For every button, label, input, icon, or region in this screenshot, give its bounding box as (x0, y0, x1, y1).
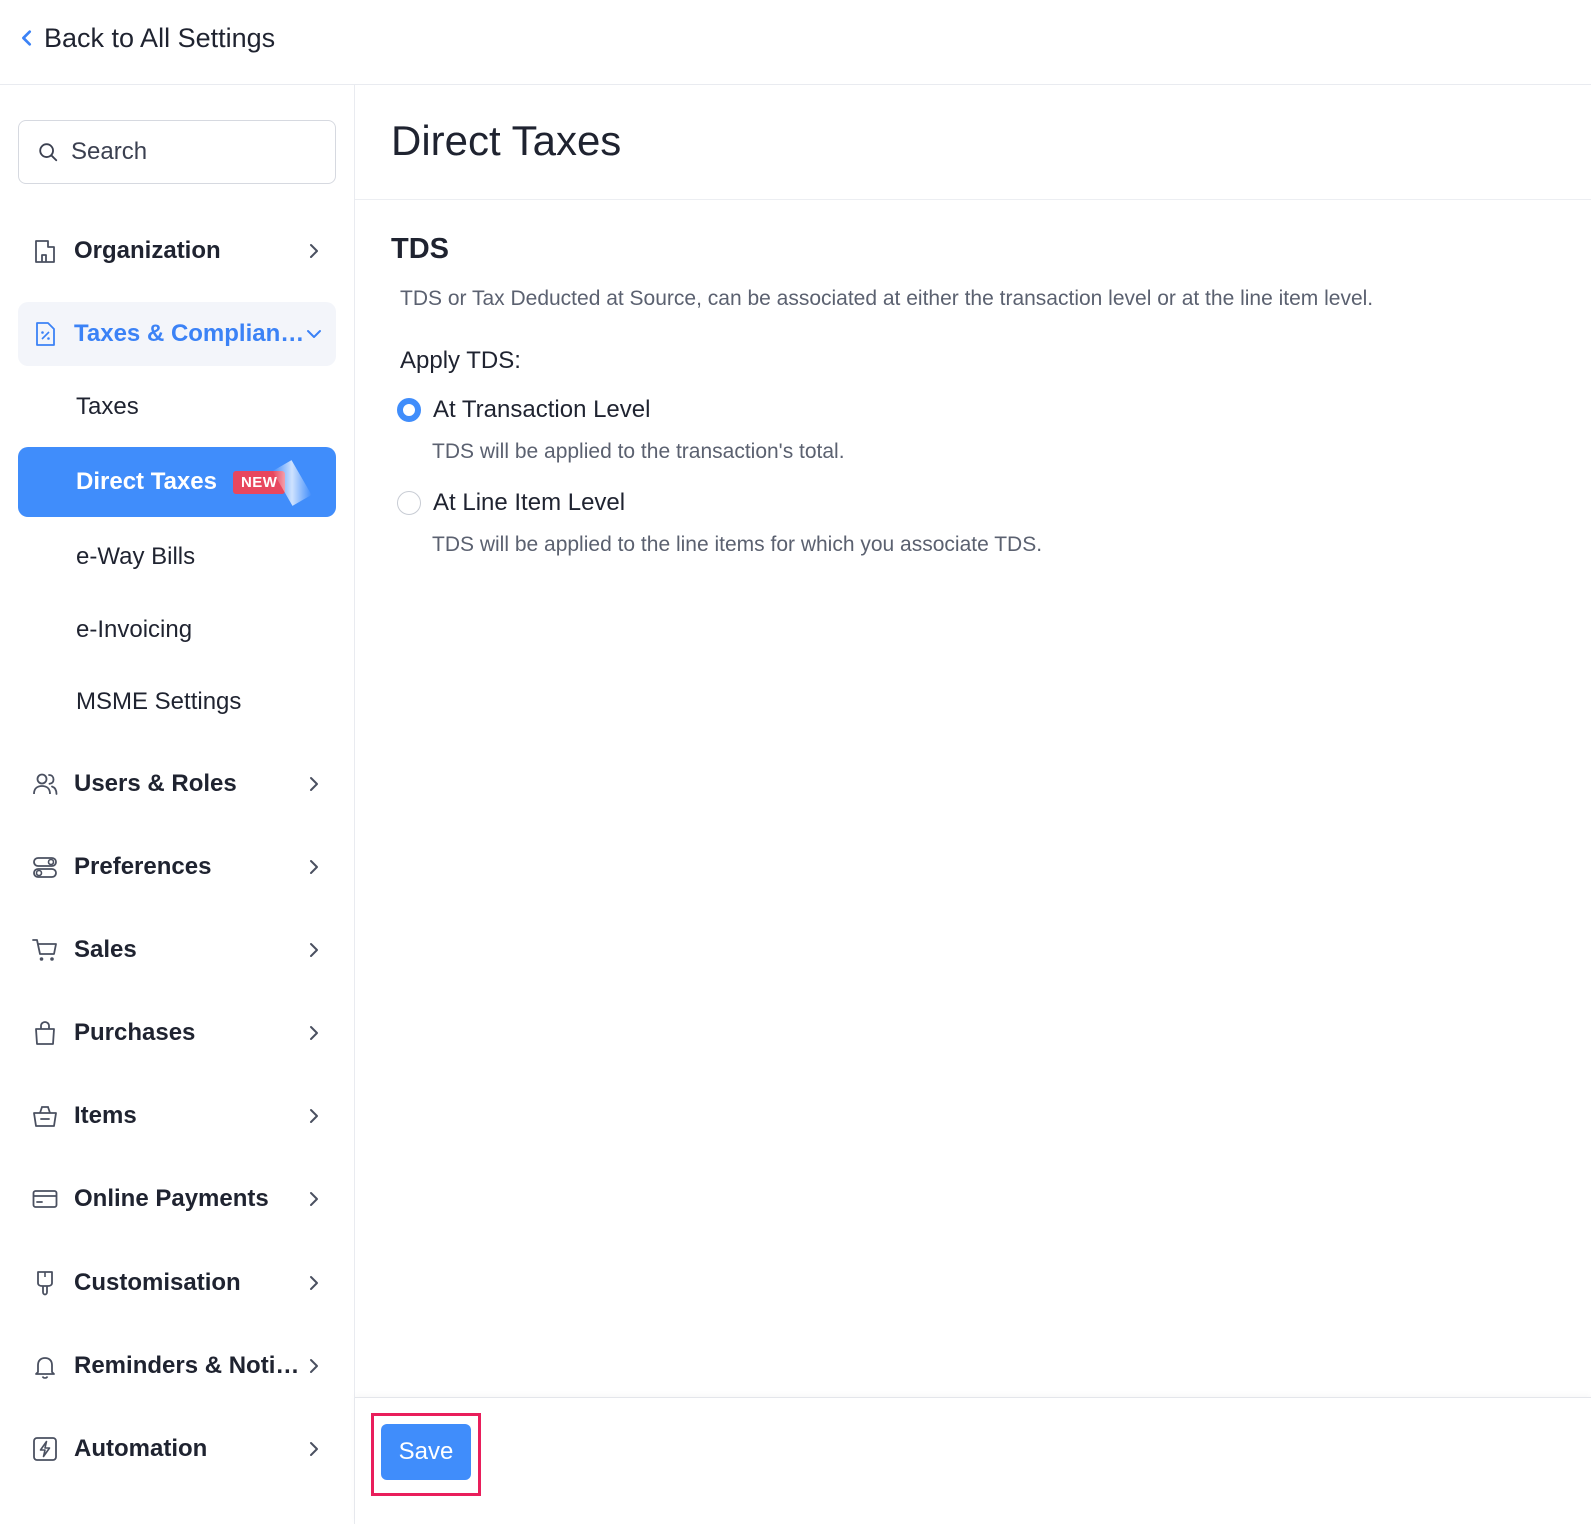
sidebar-subitem-label: e-Invoicing (76, 616, 193, 643)
chevron-right-icon (310, 860, 318, 874)
main-content: Direct Taxes TDS TDS or Tax Deducted at … (355, 85, 1591, 1524)
chevron-right-icon (310, 1026, 318, 1040)
sidebar-subitem-label: Taxes (76, 393, 139, 420)
sidebar-item-label: Purchases (74, 1019, 196, 1046)
sidebar-item-items[interactable]: Items (18, 1084, 336, 1148)
radio-label: At Transaction Level (433, 396, 651, 423)
sidebar-subitem-direct-taxes[interactable]: Direct Taxes NEW (18, 447, 336, 517)
building-icon (30, 236, 60, 266)
radio-button[interactable] (397, 491, 421, 515)
new-badge: NEW (232, 470, 286, 494)
basket-icon (30, 1101, 60, 1131)
back-label: Back to All Settings (44, 22, 276, 53)
percent-doc-icon (30, 319, 60, 349)
sidebar-item-online-payments[interactable]: Online Payments (18, 1167, 336, 1231)
sidebar-item-label: Automation (74, 1435, 208, 1462)
sidebar-item-taxes-compliance[interactable]: Taxes & Compliance (18, 302, 336, 366)
chevron-down-icon (307, 330, 321, 338)
sidebar-subitem-eway-bills[interactable]: e-Way Bills (18, 522, 336, 592)
sidebar-subitem-einvoicing[interactable]: e-Invoicing (18, 595, 336, 665)
chevron-left-icon (22, 30, 32, 46)
radio-hint: TDS will be applied to the line items fo… (432, 533, 1043, 556)
save-button[interactable]: Save (381, 1424, 471, 1480)
sidebar-item-customisation[interactable]: Customisation (18, 1251, 336, 1315)
settings-sidebar: Organization Taxes & Compliance Taxes Di… (0, 85, 355, 1524)
bag-icon (30, 1018, 60, 1048)
chevron-right-icon (310, 1359, 318, 1373)
sidebar-item-label: Taxes & Compliance (74, 320, 306, 347)
toggles-icon (30, 852, 60, 882)
sidebar-subitem-label: Direct Taxes (76, 468, 217, 495)
sidebar-item-label: Customisation (74, 1269, 241, 1296)
sidebar-subitem-msme-settings[interactable]: MSME Settings (18, 667, 336, 737)
footer-bar: Save (355, 1397, 1591, 1524)
search-box[interactable] (18, 120, 336, 184)
sidebar-subitem-label: MSME Settings (76, 688, 242, 715)
sidebar-item-preferences[interactable]: Preferences (18, 835, 336, 899)
sidebar-item-organization[interactable]: Organization (18, 219, 336, 283)
sidebar-item-users-roles[interactable]: Users & Roles (18, 752, 336, 816)
sidebar-item-automation[interactable]: Automation (18, 1417, 336, 1481)
search-input[interactable] (71, 138, 301, 166)
page-title: Direct Taxes (391, 117, 622, 164)
card-icon (30, 1184, 60, 1214)
sidebar-item-purchases[interactable]: Purchases (18, 1001, 336, 1065)
chevron-right-icon (310, 1276, 318, 1290)
radio-hint: TDS will be applied to the transaction's… (432, 440, 845, 463)
brush-icon (30, 1268, 60, 1298)
sidebar-item-label: Reminders & Notific... (74, 1352, 306, 1379)
chevron-right-icon (310, 1442, 318, 1456)
chevron-right-icon (310, 943, 318, 957)
bell-icon (30, 1351, 60, 1381)
sidebar-item-sales[interactable]: Sales (18, 918, 336, 982)
sidebar-item-label: Items (74, 1102, 137, 1129)
top-bar: Back to All Settings (0, 0, 1591, 85)
sidebar-item-label: Users & Roles (74, 770, 237, 797)
section-description: TDS or Tax Deducted at Source, can be as… (400, 287, 1374, 310)
radio-button-checked[interactable] (397, 398, 421, 422)
bolt-icon (30, 1434, 60, 1464)
sidebar-item-label: Sales (74, 936, 137, 963)
radio-line-item-level[interactable]: At Line Item Level (397, 489, 625, 517)
sidebar-item-label: Preferences (74, 853, 212, 880)
chevron-right-icon (310, 244, 318, 258)
cart-icon (30, 935, 60, 965)
chevron-right-icon (310, 1109, 318, 1123)
radio-label: At Line Item Level (433, 489, 626, 516)
apply-tds-label: Apply TDS: (400, 347, 521, 374)
search-icon (39, 143, 58, 162)
section-title: TDS (391, 233, 449, 265)
users-icon (30, 769, 60, 799)
sidebar-item-label: Organization (74, 237, 221, 264)
chevron-right-icon (310, 1192, 318, 1206)
sidebar-item-reminders-notifications[interactable]: Reminders & Notific... (18, 1334, 336, 1398)
chevron-right-icon (310, 777, 318, 791)
radio-transaction-level[interactable]: At Transaction Level (397, 396, 650, 424)
sidebar-subitem-label: e-Way Bills (76, 543, 196, 570)
sidebar-item-label: Online Payments (74, 1185, 269, 1212)
back-to-settings-link[interactable]: Back to All Settings (18, 18, 275, 58)
sidebar-subitem-taxes[interactable]: Taxes (18, 372, 336, 442)
page-header: Direct Taxes (355, 85, 1591, 200)
